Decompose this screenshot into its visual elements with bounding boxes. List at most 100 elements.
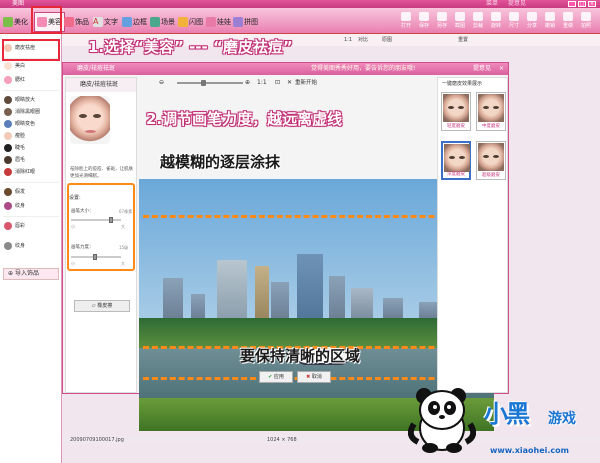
sidebar-item-whitening[interactable]: 美白 bbox=[4, 60, 25, 72]
share-icon bbox=[527, 12, 537, 21]
sidebar-item-red-eye[interactable]: 消除红眼 bbox=[4, 166, 35, 178]
sidebar-item-eye-enlarge[interactable]: 眼睛放大 bbox=[4, 94, 35, 106]
sidebar-item-tattoo-2[interactable]: 纹身 bbox=[4, 240, 25, 252]
eye-icon bbox=[4, 108, 12, 116]
tattoo-icon bbox=[4, 202, 12, 210]
open-button[interactable]: 打开 bbox=[397, 12, 415, 32]
face-icon bbox=[4, 62, 12, 70]
effect-super-smoothing[interactable]: 超级磨皮 bbox=[476, 141, 506, 180]
photo-building bbox=[191, 293, 205, 318]
sidebar-item-dark-circles[interactable]: 消除黑眼圈 bbox=[4, 106, 40, 118]
annotation-step-2: 2.调节画笔力度，越远离虚线 bbox=[146, 110, 343, 128]
text-icon: A bbox=[93, 17, 103, 27]
menu-link[interactable]: 菜单 bbox=[486, 0, 498, 8]
effect-medium-smoothing[interactable]: 中度磨皮 bbox=[476, 92, 506, 131]
feedback-link[interactable]: 提意见 bbox=[508, 0, 526, 8]
save-icon bbox=[419, 12, 429, 21]
face-thumbnail bbox=[444, 144, 470, 172]
effect-deep-smoothing[interactable]: 深度磨皮 bbox=[441, 141, 471, 180]
camera-icon bbox=[581, 12, 591, 21]
sidebar-item-eye-color[interactable]: 眼睛变色 bbox=[4, 118, 35, 130]
face-icon bbox=[4, 132, 12, 140]
tab-flash[interactable]: 闪图 bbox=[178, 12, 203, 32]
photo-building bbox=[255, 265, 269, 318]
zoom-ratio[interactable]: 1:1 bbox=[344, 36, 352, 44]
tattoo-icon bbox=[4, 242, 12, 250]
apply-button[interactable]: ✔ 应用 bbox=[259, 371, 293, 383]
slider-handle[interactable] bbox=[201, 80, 206, 86]
face-thumbnail bbox=[478, 143, 504, 171]
highlight-brush-settings bbox=[67, 183, 135, 271]
dialog-notice: 觉得美图秀秀好用，要告诉您的朋友哦! bbox=[311, 65, 416, 72]
screenshot-button[interactable]: 截图 bbox=[451, 12, 469, 32]
crop-icon bbox=[473, 12, 483, 21]
dialog-titlebar: 磨皮/祛痘祛斑 觉得美图秀秀好用，要告诉您的朋友哦! 提意见 × bbox=[63, 63, 508, 75]
cancel-button[interactable]: ✖ 取消 bbox=[297, 371, 331, 383]
rotate-button[interactable]: 旋转 bbox=[487, 12, 505, 32]
tab-collage[interactable]: 拼图 bbox=[233, 12, 258, 32]
zoom-out-icon[interactable]: ⊖ bbox=[159, 77, 164, 89]
restart-icon[interactable]: ✕ bbox=[287, 77, 292, 89]
crop-button[interactable]: 剪裁 bbox=[469, 12, 487, 32]
plus-icon: ⊕ bbox=[8, 270, 15, 277]
tab-doll[interactable]: 娃娃 bbox=[206, 12, 231, 32]
beautify-icon bbox=[3, 17, 13, 27]
zoom-in-icon[interactable]: ⊕ bbox=[245, 77, 250, 89]
share-button[interactable]: 分享 bbox=[523, 12, 541, 32]
resize-icon bbox=[509, 12, 519, 21]
tab-beautify[interactable]: 美化 bbox=[3, 12, 28, 32]
original-toggle[interactable]: 原图 bbox=[382, 36, 392, 44]
save-button[interactable]: 保存 bbox=[415, 12, 433, 32]
divider bbox=[3, 182, 59, 183]
reset-button[interactable]: 重置 bbox=[458, 36, 468, 44]
import-accessory-button[interactable]: ⊕ 导入饰品 bbox=[3, 268, 59, 280]
save-as-button[interactable]: 另存 bbox=[433, 12, 451, 32]
zoom-ratio-label[interactable]: 1:1 bbox=[257, 77, 267, 89]
annotation-keep-clear: 要保持清晰的区域 bbox=[240, 347, 361, 365]
tab-text[interactable]: A 文字 bbox=[93, 12, 118, 32]
divider bbox=[3, 90, 59, 91]
tab-accessories[interactable]: 饰品 bbox=[64, 12, 89, 32]
sidebar-item-tattoo[interactable]: 纹身 bbox=[4, 200, 25, 212]
camera-button[interactable]: 拍照 bbox=[577, 12, 595, 32]
compare-toggle[interactable]: 对比 bbox=[358, 36, 368, 44]
divider bbox=[3, 216, 59, 217]
tab-scene[interactable]: 场景 bbox=[150, 12, 175, 32]
sidebar-item-lip-gloss[interactable]: 唇彩 bbox=[4, 220, 25, 232]
hair-icon bbox=[4, 188, 12, 196]
annotation-step-2b: 越模糊的逐层涂抹 bbox=[160, 153, 281, 171]
file-tools: 打开 保存 另存 截图 剪裁 旋转 尺寸 分享 撤销 重做 拍照 bbox=[397, 12, 595, 32]
photo-building bbox=[329, 275, 345, 318]
effect-light-smoothing[interactable]: 轻度磨皮 bbox=[441, 92, 471, 131]
collage-icon bbox=[233, 17, 243, 27]
restart-button[interactable]: 重新开始 bbox=[295, 77, 317, 89]
fit-icon[interactable]: ⊡ bbox=[275, 77, 280, 89]
dialog-close-button[interactable]: × bbox=[499, 63, 504, 75]
maximize-button[interactable]: □ bbox=[578, 1, 586, 7]
sidebar-item-blush[interactable]: 腮红 bbox=[4, 74, 25, 86]
eraser-button[interactable]: ▱ 橡皮擦 bbox=[74, 300, 130, 312]
dialog-feedback-link[interactable]: 提意见 bbox=[473, 63, 491, 75]
scene-icon bbox=[150, 17, 160, 27]
title-bar: 美图 菜单 提意见 _ □ × bbox=[0, 0, 600, 8]
undo-button[interactable]: 撤销 bbox=[541, 12, 559, 32]
sample-face-image bbox=[70, 96, 110, 144]
face-thumbnail bbox=[478, 94, 504, 122]
highlight-skin-smoothing bbox=[2, 39, 60, 61]
close-button[interactable]: × bbox=[588, 1, 596, 7]
redo-button[interactable]: 重做 bbox=[559, 12, 577, 32]
left-sidebar: 磨皮祛痘 美白 腮红 眼睛放大 消除黑眼圈 眼睛变色 瘦脸 睫毛 眉毛 消除红眼… bbox=[0, 34, 62, 463]
tab-frame[interactable]: 边框 bbox=[122, 12, 147, 32]
lips-icon bbox=[4, 222, 12, 230]
blush-icon bbox=[4, 76, 12, 84]
sidebar-item-eyebrow[interactable]: 眉毛 bbox=[4, 154, 25, 166]
panda-logo-icon bbox=[408, 388, 476, 453]
minimize-button[interactable]: _ bbox=[568, 1, 576, 7]
resize-button[interactable]: 尺寸 bbox=[505, 12, 523, 32]
sidebar-item-wig[interactable]: 假发 bbox=[4, 186, 25, 198]
sidebar-item-eyelash[interactable]: 睫毛 bbox=[4, 142, 25, 154]
eye-icon bbox=[4, 168, 12, 176]
sidebar-item-slim-face[interactable]: 瘦脸 bbox=[4, 130, 25, 142]
dialog-title: 磨皮/祛痘祛斑 bbox=[77, 65, 116, 72]
zoom-slider[interactable] bbox=[177, 80, 243, 86]
